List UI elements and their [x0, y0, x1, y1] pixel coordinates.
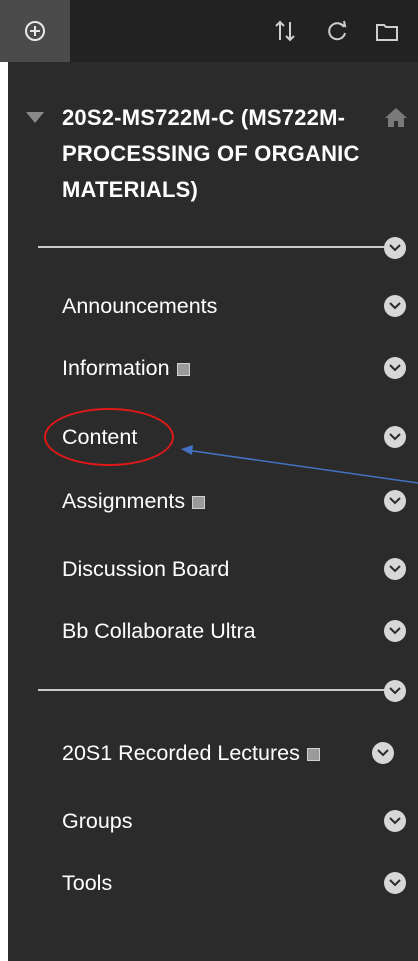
annotation-arrow [181, 445, 418, 484]
